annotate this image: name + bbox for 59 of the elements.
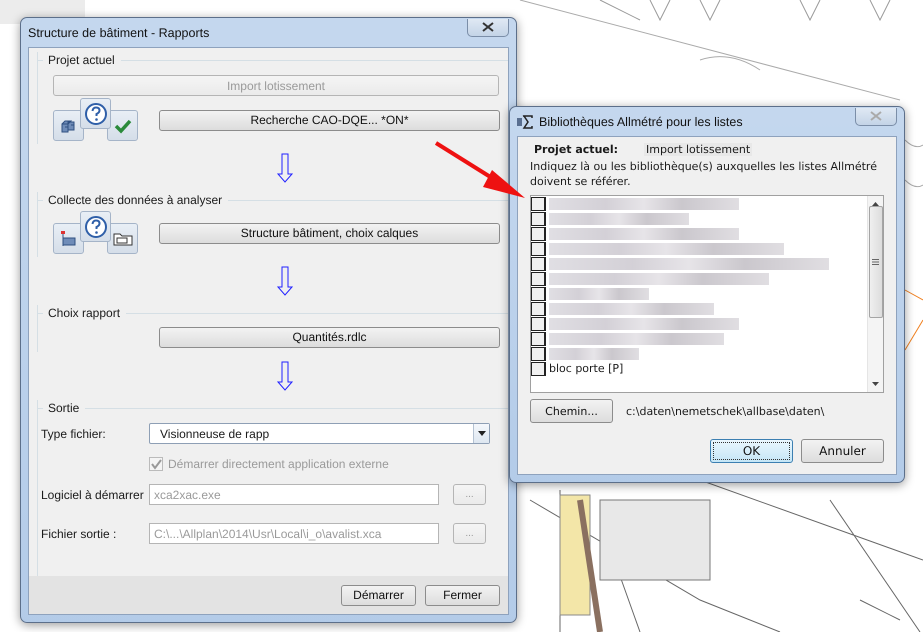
checkbox[interactable] (531, 346, 546, 360)
library-name: bloc porte [P] (549, 362, 624, 375)
sigma-icon (517, 114, 533, 128)
checkbox[interactable] (531, 332, 546, 346)
checkbox[interactable] (531, 286, 546, 300)
folder-icon (112, 232, 132, 246)
down-arrow-icon (277, 266, 293, 296)
tool-button[interactable] (53, 223, 84, 254)
project-name: Import lotissement (644, 142, 752, 156)
close-icon (482, 22, 494, 32)
checkbox[interactable] (531, 256, 546, 270)
layers-icon (60, 230, 78, 248)
window-title: Bibliothèques Allmétré pour les listes (539, 114, 744, 128)
field-label: Type fichier: (40, 426, 107, 440)
checkbox[interactable] (531, 362, 546, 376)
action-button[interactable]: Recherche CAO-DQE... *ON* (159, 110, 500, 130)
checkbox[interactable] (531, 212, 546, 226)
group-legend: Sortie (48, 400, 80, 417)
checkbox[interactable] (531, 316, 546, 330)
close-button[interactable] (467, 18, 509, 36)
cancel-button[interactable]: Annuler (801, 439, 884, 463)
group-legend: Collecte des données à analyser (48, 192, 222, 209)
checkbox[interactable] (531, 242, 546, 256)
down-arrow-icon (277, 153, 293, 183)
checkbox-label: Démarrer directement application externe (168, 457, 389, 471)
help-button[interactable] (80, 98, 111, 129)
grip-icon (872, 259, 879, 265)
tool-button[interactable] (53, 110, 84, 141)
group-legend: Projet actuel (48, 52, 115, 69)
scrollbar-thumb[interactable] (868, 206, 882, 318)
close-dialog-button[interactable]: Fermer (425, 584, 500, 606)
group-legend: Choix rapport (48, 305, 120, 322)
field-label: Logiciel à démarrer (40, 488, 145, 502)
scroll-down-icon (872, 382, 879, 386)
help-icon (84, 214, 108, 238)
ok-button[interactable]: OK (710, 439, 793, 463)
path-text: c:\daten\nemetschek\allbase\daten\ (626, 404, 824, 418)
action-button[interactable]: Quantités.rdlc (159, 326, 500, 348)
scrollbar[interactable] (867, 196, 883, 392)
file-type-dropdown[interactable]: Visionneuse de rapp (149, 423, 490, 444)
tool-button[interactable] (107, 223, 138, 254)
instructions-text: Indiquez là ou les bibliothèque(s) auxquelles les listes Allmétré doivent se référer. (530, 159, 878, 189)
checkbox[interactable] (531, 272, 546, 286)
window-title: Structure de bâtiment - Rapports (28, 26, 210, 40)
field-label: Fichier sortie : (40, 526, 118, 540)
cubes-icon (60, 118, 78, 134)
help-icon (84, 102, 108, 126)
dropdown-caret-icon (478, 431, 486, 436)
project-label: Projet actuel: (534, 142, 620, 156)
help-button[interactable] (80, 211, 111, 242)
checkbox[interactable] (531, 196, 546, 210)
checkbox[interactable] (531, 302, 546, 316)
down-arrow-icon (277, 361, 293, 391)
checkmark-icon (114, 118, 132, 134)
checkbox[interactable] (531, 226, 546, 240)
close-icon (870, 111, 882, 121)
start-button[interactable]: Démarrer (341, 584, 416, 606)
path-button[interactable]: Chemin... (530, 399, 613, 423)
action-button[interactable]: Structure bâtiment, choix calques (159, 222, 500, 244)
